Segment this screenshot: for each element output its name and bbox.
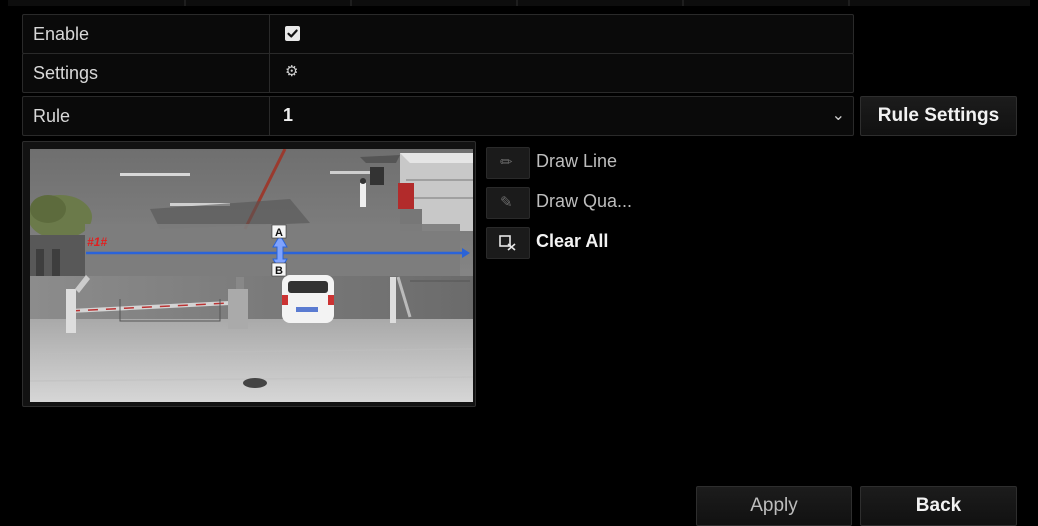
side-b-marker: B [275,265,283,277]
back-button[interactable]: Back [860,486,1017,526]
clear-icon [499,235,516,251]
check-icon [287,29,298,38]
top-tab-strip [8,0,1030,6]
enable-checkbox[interactable] [285,26,300,41]
gear-icon[interactable]: ⚙ [285,62,298,80]
chevron-down-icon: ⌄ [831,107,845,124]
side-a-marker: A [275,227,283,239]
video-frame[interactable]: A B #1# [30,149,473,402]
rule-settings-button[interactable]: Rule Settings [860,96,1017,136]
edit-box-icon: ✎ [500,194,513,211]
pencil-icon: ✏ [500,154,513,171]
rule-label: Rule [33,106,71,126]
clear-all-label: Clear All [536,231,609,251]
settings-label: Settings [33,63,99,83]
camera-preview: A B #1# [22,141,476,407]
enable-label: Enable [33,24,90,44]
draw-line-label: Draw Line [536,151,618,171]
rule-tag: #1# [87,235,107,249]
rule-select[interactable]: 1 ⌄ [283,97,853,135]
draw-quadrilateral-label: Draw Qua... [536,191,633,211]
rule-row: Rule 1 ⌄ [22,96,854,136]
rule-select-value: 1 [283,105,294,125]
enable-row: Enable [22,14,854,54]
apply-button[interactable]: Apply [696,486,852,526]
settings-row: Settings ⚙ [22,53,854,93]
